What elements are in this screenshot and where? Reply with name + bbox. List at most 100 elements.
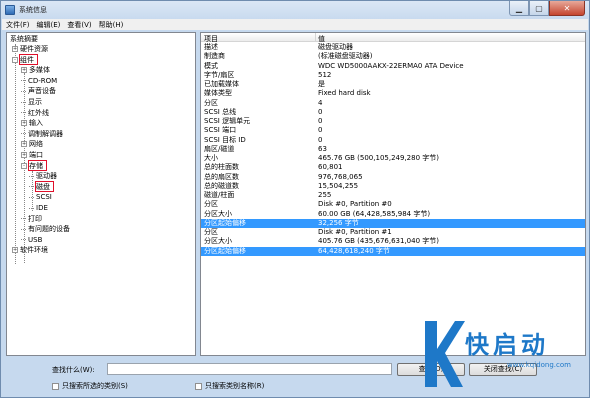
table-row[interactable]: 分区 4 <box>201 99 585 108</box>
table-row[interactable]: 描述 磁盘驱动器 <box>201 43 585 52</box>
table-row[interactable]: 制造商 (标准磁盘驱动器) <box>201 52 585 61</box>
row-item: 制造商 <box>204 52 225 61</box>
system-info-app-icon <box>5 5 15 15</box>
table-row[interactable]: 总的磁道数 15,504,255 <box>201 182 585 191</box>
tree-item[interactable]: 红外线 <box>21 108 49 118</box>
table-row[interactable]: 已加载媒体 是 <box>201 80 585 89</box>
find-input[interactable] <box>107 363 392 375</box>
tree-item[interactable]: 驱动器 <box>29 171 57 181</box>
row-value: 4 <box>318 98 323 107</box>
list-header: 项目 值 <box>201 33 585 43</box>
title-bar[interactable]: 系统信息 ▁ ▢ ✕ <box>1 1 589 19</box>
row-item: 总的扇区数 <box>204 172 239 181</box>
table-row[interactable]: 模式 WDC WD5000AAKX-22ERMA0 ATA Device <box>201 62 585 71</box>
tree-item[interactable]: CD-ROM <box>21 76 57 86</box>
row-value: 60.00 GB (64,428,585,984 字节) <box>318 209 431 218</box>
tree-item[interactable]: + 网络 <box>21 139 43 149</box>
tree-item-label: 系统摘要 <box>10 35 38 43</box>
row-item: 描述 <box>204 43 218 51</box>
row-value: 0 <box>318 135 323 144</box>
tree-item[interactable]: + 多媒体 <box>21 65 50 75</box>
row-item: 分区大小 <box>204 209 232 218</box>
tree-item-label: 驱动器 <box>36 172 57 181</box>
table-row[interactable]: 分区大小 405.76 GB (435,676,631,040 字节) <box>201 237 585 246</box>
tree-item-label: USB <box>28 235 43 244</box>
expand-icon[interactable]: + <box>21 141 27 148</box>
table-row[interactable]: 媒体类型 Fixed hard disk <box>201 89 585 98</box>
tree-connector <box>29 175 34 177</box>
expand-icon[interactable]: + <box>12 46 18 52</box>
tree-item-label: IDE <box>36 204 48 212</box>
table-row[interactable]: 扇区/磁道 63 <box>201 145 585 154</box>
table-row[interactable]: 分区起始偏移 32,256 字节 <box>201 218 585 228</box>
row-value: 15,504,255 <box>318 181 359 190</box>
table-row[interactable]: 大小 465.76 GB (500,105,249,280 字节) <box>201 154 585 163</box>
close-icon: ✕ <box>563 3 571 13</box>
table-row[interactable]: SCSI 逻辑单元 0 <box>201 117 585 126</box>
tree-item[interactable]: USB <box>21 235 42 245</box>
details-list[interactable]: 项目 值 描述 磁盘驱动器 制造商 (标准磁盘驱动器) 模式 WDC WD5000AAKX… <box>200 32 586 356</box>
table-row[interactable]: 分区 Disk #0, Partition #1 <box>201 228 585 237</box>
close-button[interactable]: ✕ <box>549 1 585 16</box>
tree-item-label: 软件环境 <box>20 246 48 255</box>
tree-connector <box>29 186 34 188</box>
table-row[interactable]: 总的柱面数 60,801 <box>201 163 585 172</box>
tree-item[interactable]: + 软件环境 <box>12 245 48 255</box>
row-item: 扇区/磁道 <box>204 144 235 153</box>
row-value: 405.76 GB (435,676,631,040 字节) <box>318 237 439 246</box>
expand-icon[interactable]: + <box>21 120 27 127</box>
system-info-window: 系统信息 ▁ ▢ ✕ 文件(F) 编辑(E) 查看(V) 帮助(H) 系统摘要 … <box>0 0 590 398</box>
checkbox-box[interactable] <box>195 382 202 390</box>
row-item: 分区大小 <box>204 237 232 246</box>
expand-icon[interactable]: + <box>21 67 27 74</box>
tree-item-system-summary[interactable]: 系统摘要 <box>10 34 38 44</box>
menu-help[interactable]: 帮助(H) <box>99 20 124 30</box>
tree-item[interactable]: 显示 <box>21 97 42 107</box>
row-value: Disk #0, Partition #0 <box>318 200 392 209</box>
tree-item[interactable]: 打印 <box>21 214 42 224</box>
checkbox-box[interactable] <box>52 382 59 390</box>
table-row[interactable]: 分区 Disk #0, Partition #0 <box>201 200 585 209</box>
tree-connector <box>29 196 34 198</box>
category-tree[interactable]: 系统摘要 + 硬件资源 - 组件 + 多媒体 CD-ROM 声音设备 显示 红外线 + 输入 调制解调器… <box>6 32 196 356</box>
tree-item[interactable]: + 端口 <box>21 150 43 160</box>
minimize-icon: ▁ <box>515 3 523 13</box>
table-row[interactable]: SCSI 总线 0 <box>201 108 585 117</box>
row-item: SCSI 目标 ID <box>204 135 246 144</box>
table-row[interactable]: 分区起始偏移 64,428,618,240 字节 <box>201 246 585 256</box>
table-row[interactable]: 总的扇区数 976,768,065 <box>201 173 585 182</box>
tree-item-label: CD-ROM <box>28 76 58 85</box>
row-value: 976,768,065 <box>318 172 363 181</box>
tree-item[interactable]: + 输入 <box>21 118 43 128</box>
row-item: SCSI 逻辑单元 <box>204 117 251 125</box>
tree-item[interactable]: 有问题的设备 <box>21 224 70 234</box>
menu-file[interactable]: 文件(F) <box>6 20 30 30</box>
search-selected-category-checkbox[interactable]: 只搜索所选的类别(S) <box>52 381 128 391</box>
expand-icon[interactable]: + <box>12 247 18 254</box>
column-separator[interactable] <box>315 33 316 42</box>
collapse-icon[interactable]: - <box>12 56 18 63</box>
table-row[interactable]: SCSI 目标 ID 0 <box>201 136 585 145</box>
table-row[interactable]: 字节/扇区 512 <box>201 71 585 80</box>
maximize-button[interactable]: ▢ <box>529 1 549 16</box>
row-value: 0 <box>318 107 323 116</box>
minimize-button[interactable]: ▁ <box>509 1 529 16</box>
menu-edit[interactable]: 编辑(E) <box>37 20 61 30</box>
tree-item[interactable]: SCSI <box>29 192 52 202</box>
expand-icon[interactable]: + <box>21 152 27 158</box>
row-value: 60,801 <box>318 163 343 172</box>
watermark-url: www.kqidong.com <box>507 361 571 369</box>
search-category-names-checkbox[interactable]: 只搜索类别名称(R) <box>195 381 264 391</box>
tree-connector <box>21 228 26 230</box>
menu-view[interactable]: 查看(V) <box>67 20 91 30</box>
tree-item[interactable]: 声音设备 <box>21 86 56 96</box>
tree-connector <box>21 90 26 92</box>
tree-item[interactable]: IDE <box>29 203 48 213</box>
table-row[interactable]: 磁道/柱面 255 <box>201 191 585 200</box>
table-row[interactable]: 分区大小 60.00 GB (64,428,585,984 字节) <box>201 210 585 219</box>
tree-item[interactable]: 调制解调器 <box>21 129 63 139</box>
table-row[interactable]: SCSI 端口 0 <box>201 126 585 135</box>
tree-item[interactable]: + 硬件资源 <box>12 44 48 54</box>
row-item: 大小 <box>204 154 218 162</box>
collapse-icon[interactable]: - <box>21 162 27 169</box>
